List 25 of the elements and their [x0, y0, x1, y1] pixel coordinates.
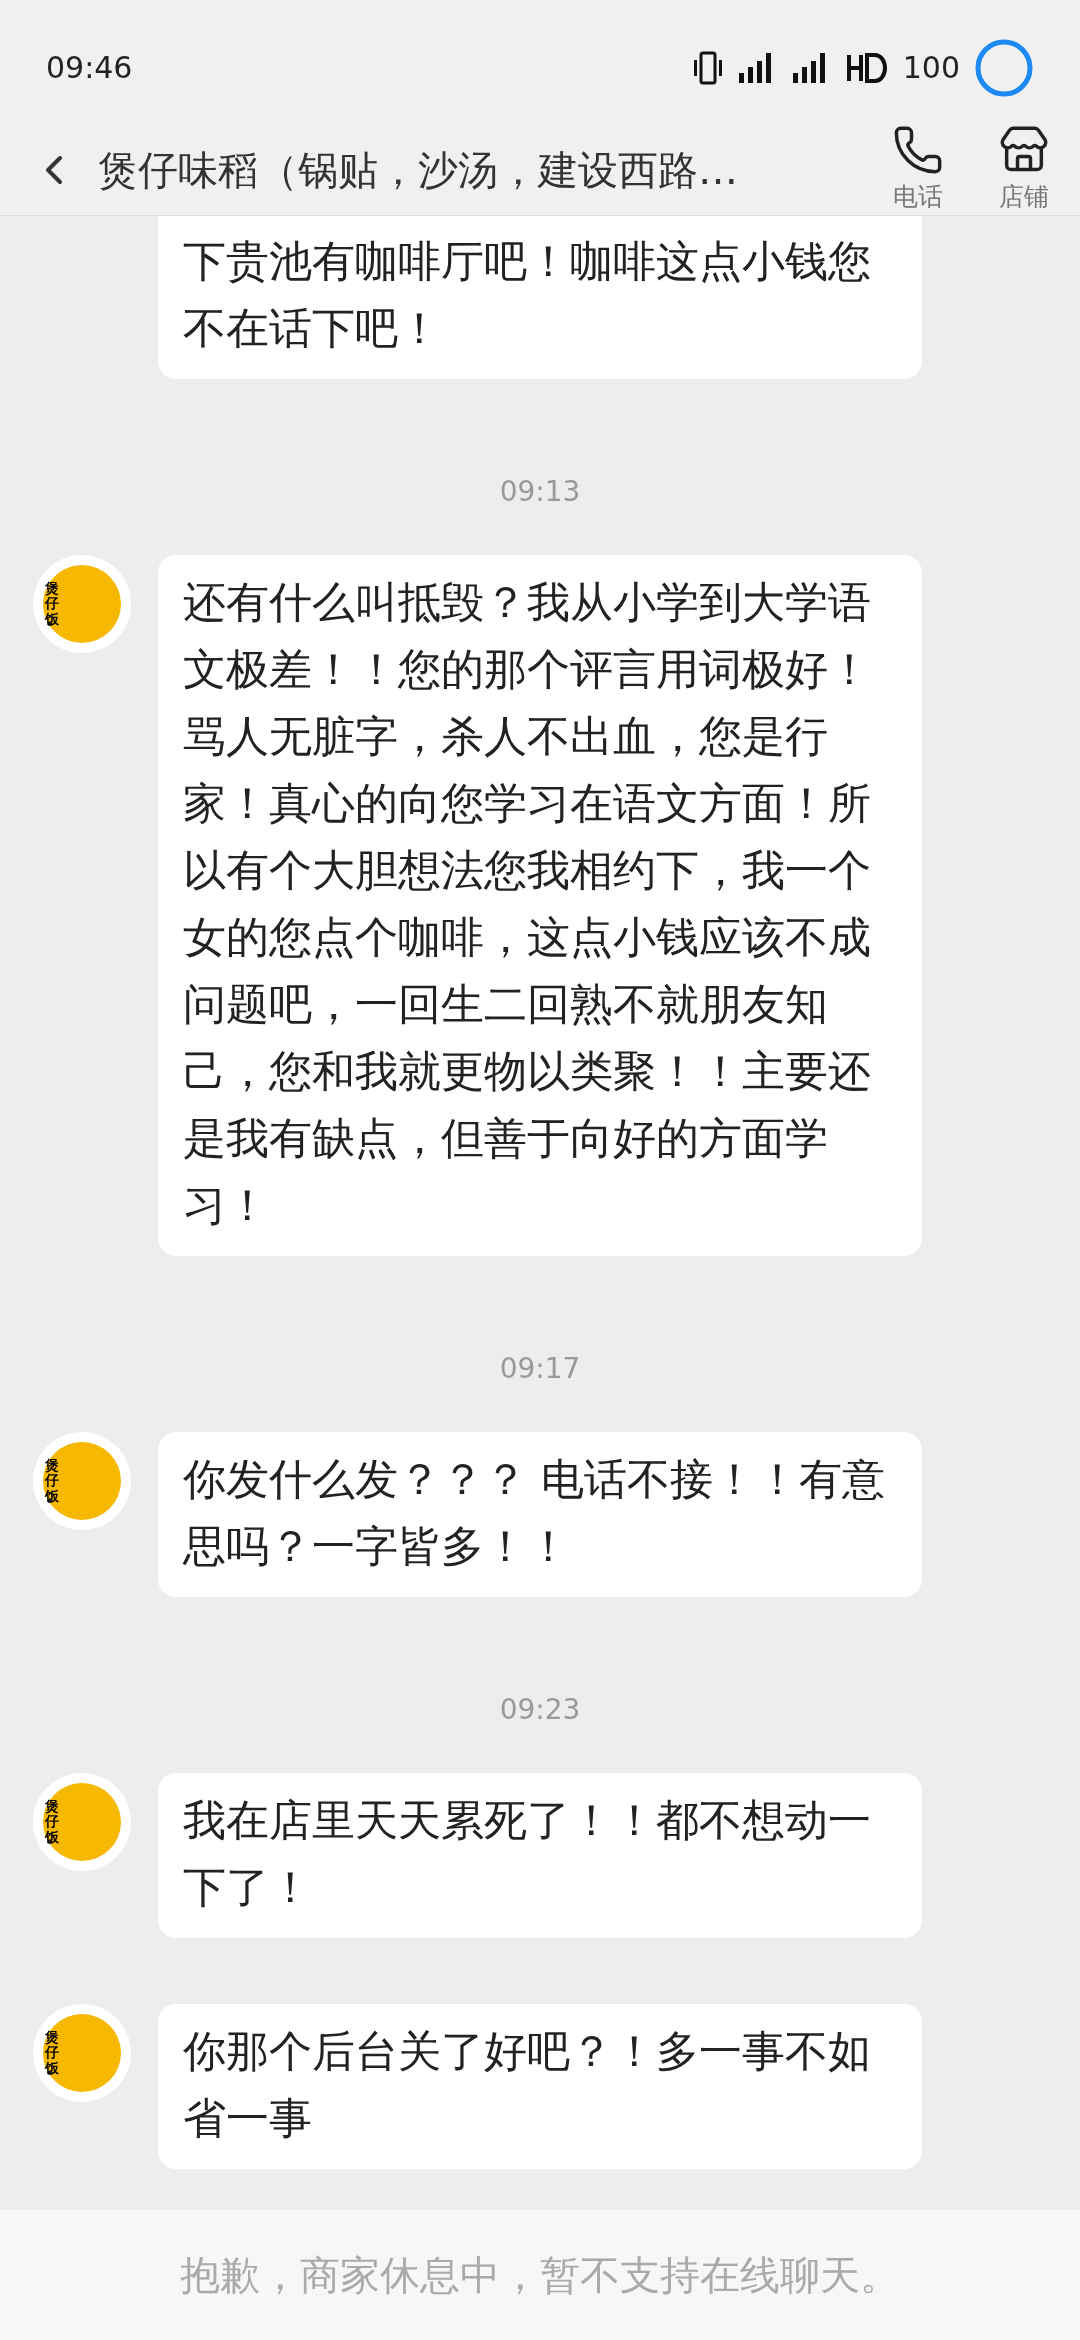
closed-notice: 抱歉，商家休息中，暂不支持在线聊天。 [180, 2251, 900, 2300]
message-bubble: 我在店里天天累死了！！都不想动一下了！ [158, 1773, 922, 1938]
store-button[interactable]: 店铺 [986, 124, 1062, 216]
avatar-logo-text: 煲仔饭 [45, 1457, 59, 1505]
battery-level: 100 [902, 49, 960, 87]
avatar-logo-text: 煲仔饭 [45, 2029, 59, 2077]
phone-button[interactable]: 电话 [880, 124, 956, 216]
vibrate-icon [692, 50, 723, 85]
message-bubble: 还有什么叫抵毁？我从小学到大学语文极差！！您的那个评言用词极好！骂人无脏字，杀人不出血，您是行家！真心的向您学习在语文方面！所以有个大胆想法您我相约下，我一个女的您点个咖啡，这点小钱应该不成问题吧，一回生二回熟不就朋友知己，您和我就更物以类聚！！主要还是我有缺点，但善于向好的方面学习！ [158, 555, 922, 1256]
message-time: 09:23 [499, 1692, 581, 1728]
avatar-logo-text: 煲仔饭 [45, 580, 59, 628]
avatar[interactable]: 煲仔饭 [33, 2004, 131, 2102]
message-time: 09:13 [499, 474, 581, 510]
avatar[interactable]: 煲仔饭 [33, 1773, 131, 1871]
hd-icon [844, 50, 889, 85]
status-time: 09:46 [46, 49, 133, 87]
message-bubble: 你那个后台关了好吧？！多一事不如省一事 [158, 2004, 922, 2169]
battery-ring-icon [974, 37, 1034, 98]
avatar[interactable]: 煲仔饭 [33, 1432, 131, 1530]
message-time: 09:17 [499, 1351, 581, 1387]
avatar-logo-text: 煲仔饭 [45, 1798, 59, 1846]
message-bubble: 你发什么发？？？ 电话不接！！有意思吗？一字皆多！！ [158, 1432, 922, 1597]
chat-title: 煲仔味稻（锅贴，沙汤，建设西路… [98, 146, 739, 195]
message-bubble: 下贵池有咖啡厅吧！咖啡这点小钱您不在话下吧！ [158, 216, 922, 379]
avatar[interactable]: 煲仔饭 [33, 555, 131, 653]
